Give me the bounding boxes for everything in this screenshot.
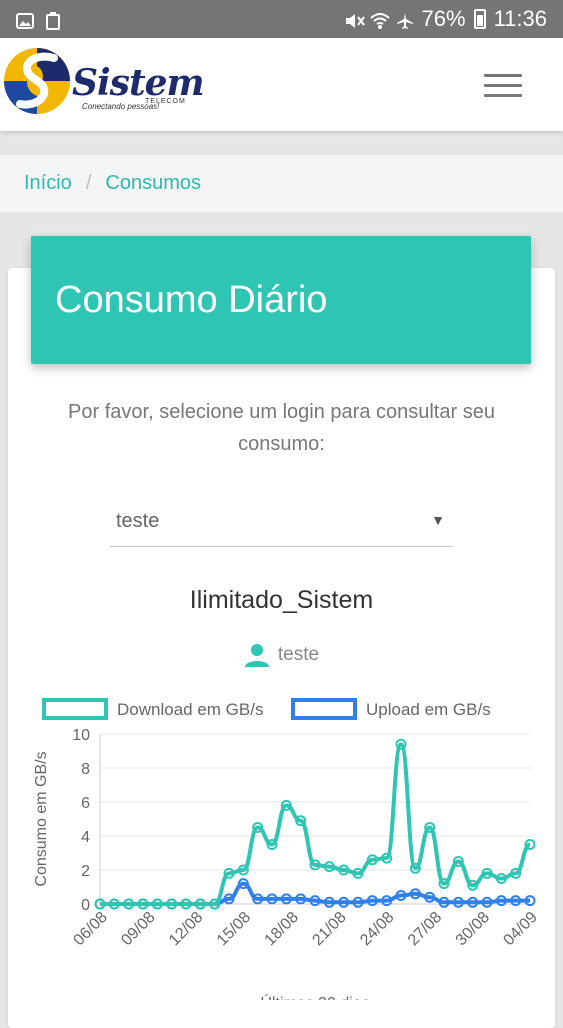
breadcrumb-current-link[interactable]: Consumos xyxy=(105,172,201,195)
recycle-icon xyxy=(44,10,62,30)
mute-icon xyxy=(344,10,365,28)
breadcrumb-home-link[interactable]: Início xyxy=(24,172,72,195)
card-title: Consumo Diário xyxy=(31,236,531,364)
consumption-chart: Download em GB/s Upload em GB/s Consumo em… xyxy=(33,698,541,1000)
breadcrumb-separator: / xyxy=(85,172,92,194)
plan-name: Ilimitado_Sistem xyxy=(189,586,374,614)
login-select-value: teste xyxy=(116,510,160,532)
breadcrumb: Início / Consumos xyxy=(0,155,563,212)
y-tick-label: 0 xyxy=(81,897,90,914)
clock: 11:36 xyxy=(493,6,547,31)
x-tick-label: 30/08 xyxy=(453,909,493,949)
logo-icon xyxy=(4,48,70,114)
battery-percent: 76% xyxy=(421,6,466,31)
y-tick-label: 4 xyxy=(81,829,90,846)
user-name: teste xyxy=(277,644,320,665)
y-tick-label: 10 xyxy=(72,727,90,744)
x-tick-label: 15/08 xyxy=(214,909,254,949)
x-tick-label: 27/08 xyxy=(405,909,445,949)
menu-bar-icon xyxy=(484,84,522,87)
wifi-icon xyxy=(369,10,390,29)
battery-icon xyxy=(473,9,486,29)
x-tick-label: 09/08 xyxy=(118,909,158,949)
legend-label: Download em GB/s xyxy=(117,700,263,719)
x-axis-label: Últimos 30 dias xyxy=(260,993,369,1000)
x-tick-label: 04/09 xyxy=(500,909,540,949)
logo[interactable]: Sistem Conectando pessoas! TELECOM xyxy=(2,44,205,122)
y-tick-label: 6 xyxy=(81,795,90,812)
series-line-upload xyxy=(100,881,530,906)
legend-swatch xyxy=(291,698,357,720)
menu-bar-icon xyxy=(484,74,522,77)
image-icon xyxy=(16,10,34,29)
dropdown-arrow-icon: ▼ xyxy=(431,512,445,528)
y-tick-label: 8 xyxy=(81,761,90,778)
airplane-icon xyxy=(396,10,414,29)
status-bar: 76% 11:36 xyxy=(0,0,563,38)
instruction-text: Por favor, selecione um login para consu… xyxy=(68,401,495,455)
user-icon xyxy=(244,644,269,667)
x-tick-label: 06/08 xyxy=(70,909,110,949)
menu-bar-icon xyxy=(484,94,522,97)
y-axis-label: Consumo em GB/s xyxy=(33,751,50,886)
x-tick-label: 18/08 xyxy=(262,909,302,949)
x-tick-label: 21/08 xyxy=(309,909,349,949)
x-tick-label: 24/08 xyxy=(357,909,397,949)
y-tick-label: 2 xyxy=(81,863,90,880)
hamburger-menu-button[interactable] xyxy=(484,74,522,98)
app-header: Sistem Conectando pessoas! TELECOM xyxy=(0,38,563,131)
logo-sub: TELECOM xyxy=(145,98,186,105)
x-tick-label: 12/08 xyxy=(166,909,206,949)
user-line: teste xyxy=(0,642,563,668)
legend-swatch xyxy=(42,698,108,720)
login-select[interactable]: teste ▼ xyxy=(110,500,453,547)
legend-label: Upload em GB/s xyxy=(366,700,491,719)
